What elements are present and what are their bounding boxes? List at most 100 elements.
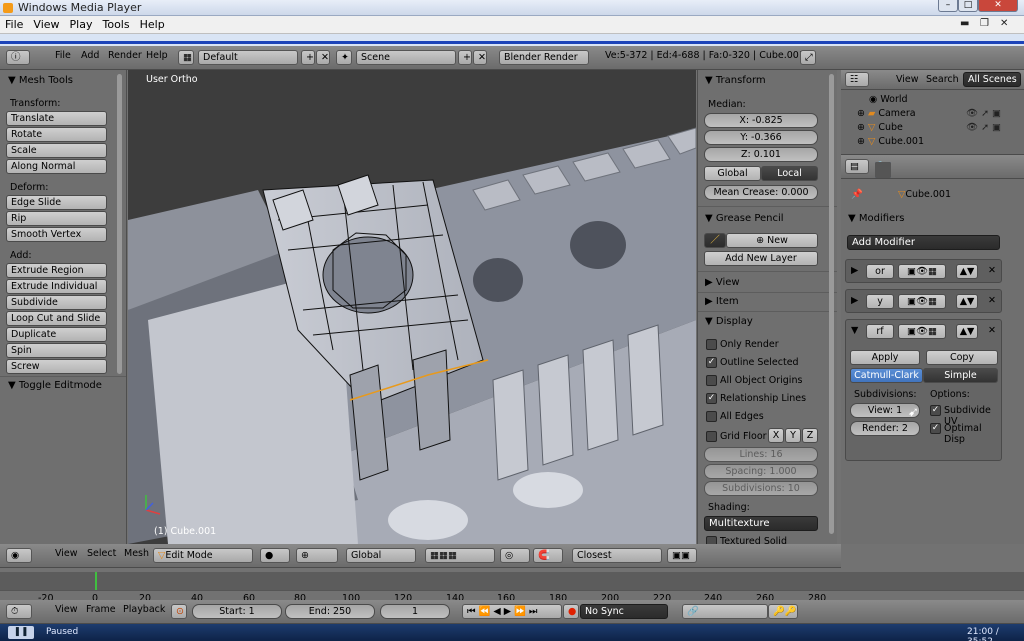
grease-pencil-header[interactable]: ▼ Grease Pencil (705, 213, 784, 224)
scene-icon[interactable]: ✦ (336, 50, 352, 65)
range-toggle-icon[interactable]: ⊙ (171, 604, 187, 619)
outline-selected-checkbox[interactable]: ✓ (706, 357, 717, 368)
modifier-2-name[interactable]: y (866, 294, 894, 309)
layout-remove-button[interactable]: ✕ (316, 50, 330, 65)
median-y-field[interactable]: Y: -0.366 (704, 130, 818, 145)
draw-pencil-icon[interactable]: ／ (704, 233, 726, 248)
screw-button[interactable]: Screw (6, 359, 107, 374)
snap-toggle[interactable]: 🧲 (533, 548, 563, 563)
rotate-button[interactable]: Rotate (6, 127, 107, 142)
current-frame-marker[interactable] (95, 572, 97, 590)
optimal-disp-checkbox[interactable]: ✓ (930, 423, 941, 434)
pivot-dropdown[interactable]: ⊕ (296, 548, 338, 563)
spin-button[interactable]: Spin (6, 343, 107, 358)
end-frame-field[interactable]: End: 250 (285, 604, 375, 619)
along-normal-button[interactable]: Along Normal (6, 159, 107, 174)
grid-y-toggle[interactable]: Y (785, 428, 801, 443)
pin-icon[interactable]: 📌 (851, 189, 863, 200)
menu-play[interactable]: Play (65, 16, 98, 33)
modifier-1-move[interactable]: ▲▼ (956, 264, 978, 279)
view3d-editor-icon[interactable]: ◉ (6, 548, 32, 563)
keying-set-field[interactable]: 🔗 (682, 604, 768, 619)
layout-field[interactable]: Default (198, 50, 298, 65)
view-panel-header[interactable]: ▶ View (705, 277, 740, 288)
viewport-3d[interactable]: User Ortho (1) Cube.001 (128, 70, 696, 544)
simple-toggle[interactable]: Simple (923, 368, 998, 383)
modifier-1-visibility[interactable]: ▣👁▦ (898, 264, 946, 279)
all-edges-checkbox[interactable] (706, 411, 717, 422)
outliner-scenes-dropdown[interactable]: All Scenes (963, 72, 1021, 87)
playback-controls[interactable]: ⏮ ⏪ ◀ ▶ ⏩ ⏭ (462, 604, 562, 619)
outliner-search-menu[interactable]: Search (926, 74, 959, 85)
current-frame-field[interactable]: 1 (380, 604, 450, 619)
copy-button[interactable]: Copy (926, 350, 998, 365)
maximize-button[interactable]: □ (958, 0, 978, 12)
grid-floor-checkbox[interactable] (706, 431, 717, 442)
render-engine-dropdown[interactable]: Blender Render (499, 50, 589, 65)
display-header[interactable]: ▼ Display (705, 316, 753, 327)
modifier-3-move[interactable]: ▲▼ (956, 324, 978, 339)
rip-button[interactable]: Rip (6, 211, 107, 226)
properties-scrollbar[interactable] (829, 74, 834, 534)
pane-icon[interactable]: ❐ (980, 18, 989, 29)
start-frame-field[interactable]: Start: 1 (192, 604, 282, 619)
view3d-menu-view[interactable]: View (55, 548, 78, 559)
timeline-menu-view[interactable]: View (55, 604, 78, 615)
modifier-3-remove-icon[interactable]: ✕ (988, 325, 996, 336)
apply-button[interactable]: Apply (850, 350, 920, 365)
visibility-icons[interactable]: 👁 ➚ ▣ (966, 122, 1001, 133)
expand-icon[interactable]: ▶ (851, 295, 858, 306)
tool-shelf-scrollbar[interactable] (117, 74, 122, 374)
menu-tools[interactable]: Tools (97, 16, 134, 33)
global-toggle[interactable]: Global (704, 166, 761, 181)
subdivide-uv-checkbox[interactable]: ✓ (930, 405, 941, 416)
modifier-1-name[interactable]: or (866, 264, 894, 279)
duplicate-button[interactable]: Duplicate (6, 327, 107, 342)
shading-dropdown[interactable]: Multitexture (704, 516, 818, 531)
translate-button[interactable]: Translate (6, 111, 107, 126)
view3d-menu-mesh[interactable]: Mesh (124, 548, 149, 559)
transform-orientation-dropdown[interactable]: Global (346, 548, 416, 563)
keyframe-buttons[interactable]: 🔑🔑 (768, 604, 798, 619)
info-menu-add[interactable]: Add (81, 50, 99, 61)
edge-slide-button[interactable]: Edge Slide (6, 195, 107, 210)
smooth-vertex-button[interactable]: Smooth Vertex (6, 227, 107, 242)
grid-x-toggle[interactable]: X (768, 428, 784, 443)
menu-help[interactable]: Help (135, 16, 170, 33)
sync-dropdown[interactable]: No Sync (580, 604, 668, 619)
layout-icon[interactable]: ▦ (178, 50, 194, 65)
visibility-icons[interactable]: 👁 ➚ ▣ (966, 108, 1001, 119)
view3d-menu-select[interactable]: Select (87, 548, 116, 559)
add-new-layer-button[interactable]: Add New Layer (704, 251, 818, 266)
mesh-tools-header[interactable]: ▼ Mesh Tools (8, 75, 73, 86)
menu-file[interactable]: File (0, 16, 28, 33)
grid-spacing-field[interactable]: Spacing: 1.000 (704, 464, 818, 479)
modifier-2-visibility[interactable]: ▣👁▦ (898, 294, 946, 309)
toggle-editmode-header[interactable]: ▼ Toggle Editmode (8, 380, 102, 391)
modifier-2-remove-icon[interactable]: ✕ (988, 295, 996, 306)
only-render-checkbox[interactable] (706, 339, 717, 350)
pause-button[interactable]: ❚❚ (8, 626, 34, 639)
catmull-clark-toggle[interactable]: Catmull-Clark (850, 368, 923, 383)
properties-editor-icon[interactable]: ▤ (845, 159, 869, 174)
expand-icon[interactable]: ▶ (851, 265, 858, 276)
median-x-field[interactable]: X: -0.825 (704, 113, 818, 128)
mean-crease-field[interactable]: Mean Crease: 0.000 (704, 185, 818, 200)
relationship-lines-checkbox[interactable]: ✓ (706, 393, 717, 404)
snap-target-dropdown[interactable]: Closest (572, 548, 662, 563)
select-mode-buttons[interactable]: ▦▦▦ (425, 548, 495, 563)
modifiers-header[interactable]: ▼ Modifiers (848, 213, 905, 224)
new-grease-button[interactable]: ⊕ New (726, 233, 818, 248)
collapse-icon[interactable]: ▼ (851, 325, 858, 336)
add-modifier-dropdown[interactable]: Add Modifier (847, 235, 1000, 250)
outliner-view-menu[interactable]: View (896, 74, 919, 85)
grid-subdivisions-field[interactable]: Subdivisions: 10 (704, 481, 818, 496)
minimize-button[interactable]: – (938, 0, 958, 12)
fullscreen-icon[interactable]: ⤢ (800, 50, 816, 65)
outliner-item-cube[interactable]: ⊕ ▽ Cube (857, 122, 903, 133)
textured-solid-checkbox[interactable] (706, 536, 717, 544)
modifier-3-name[interactable]: rf (866, 324, 894, 339)
grid-z-toggle[interactable]: Z (802, 428, 818, 443)
item-panel-header[interactable]: ▶ Item (705, 296, 739, 307)
grid-lines-field[interactable]: Lines: 16 (704, 447, 818, 462)
